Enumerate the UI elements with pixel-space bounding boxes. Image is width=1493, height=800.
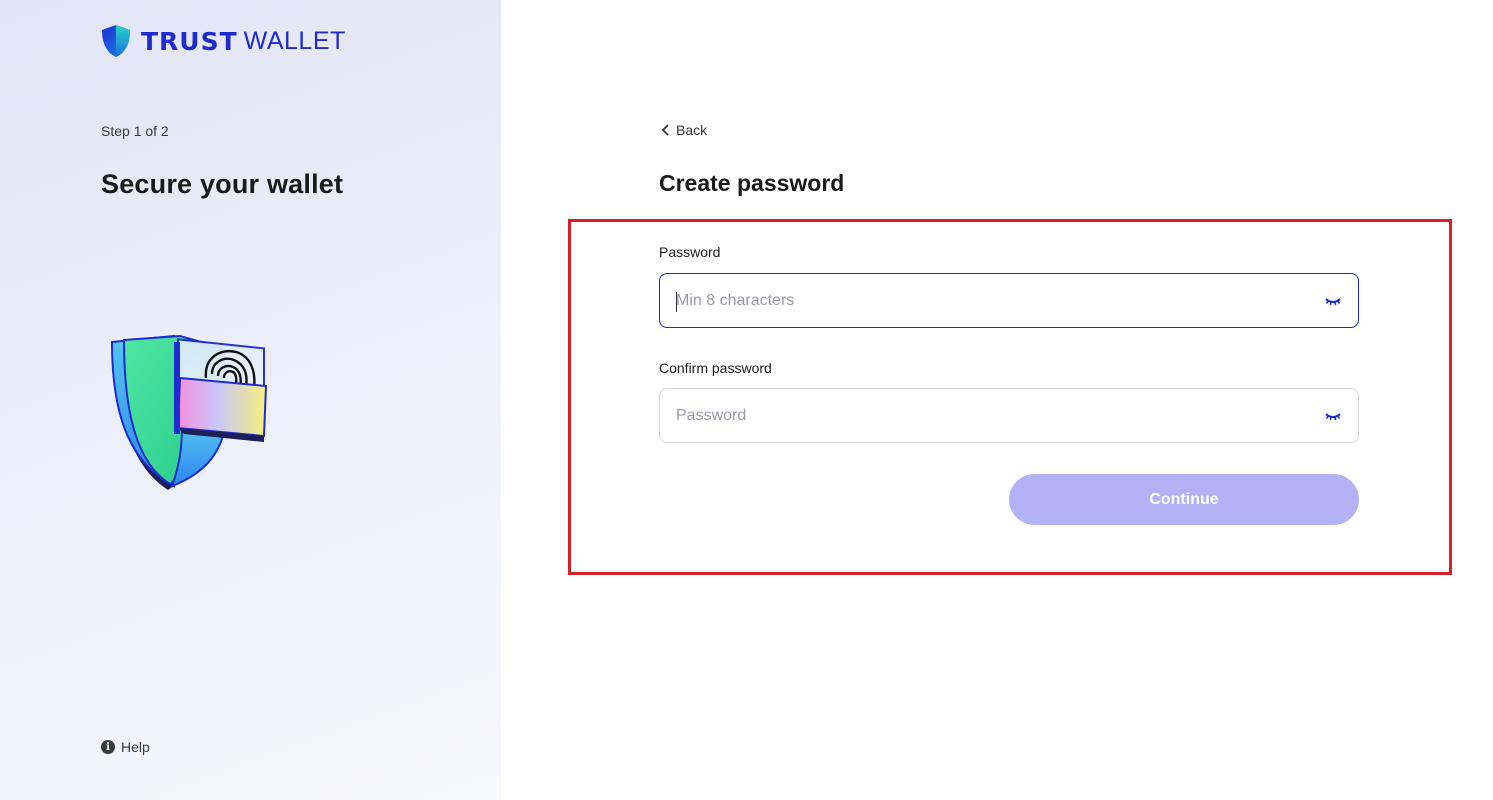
confirm-password-field-container[interactable]: [659, 388, 1359, 443]
left-panel: TRUST WALLET Step 1 of 2 Secure your wal…: [0, 0, 501, 800]
help-link[interactable]: i Help: [101, 739, 150, 755]
back-label: Back: [676, 122, 708, 138]
continue-button[interactable]: Continue: [1009, 474, 1359, 525]
eye-closed-icon[interactable]: [1324, 411, 1342, 421]
shield-logo-icon: [102, 25, 130, 57]
chevron-left-icon: [661, 124, 669, 136]
step-indicator: Step 1 of 2: [101, 123, 169, 139]
confirm-password-label: Confirm password: [659, 360, 772, 376]
logo-wordmark-wallet: WALLET: [243, 26, 346, 55]
shield-fingerprint-illustration: [110, 334, 268, 490]
logo-wordmark-trust: TRUST: [141, 26, 238, 56]
page-title: Create password: [659, 170, 845, 196]
help-label: Help: [121, 739, 150, 755]
back-button[interactable]: Back: [660, 122, 707, 138]
trust-wallet-logo[interactable]: TRUST WALLET: [101, 24, 346, 58]
password-field-container[interactable]: [659, 273, 1359, 328]
password-input[interactable]: [660, 274, 1324, 327]
info-icon: i: [101, 740, 115, 754]
confirm-password-input[interactable]: [660, 389, 1324, 442]
text-cursor: [676, 292, 677, 312]
password-label: Password: [659, 244, 721, 260]
left-panel-title: Secure your wallet: [101, 169, 344, 199]
eye-closed-icon[interactable]: [1324, 296, 1342, 306]
